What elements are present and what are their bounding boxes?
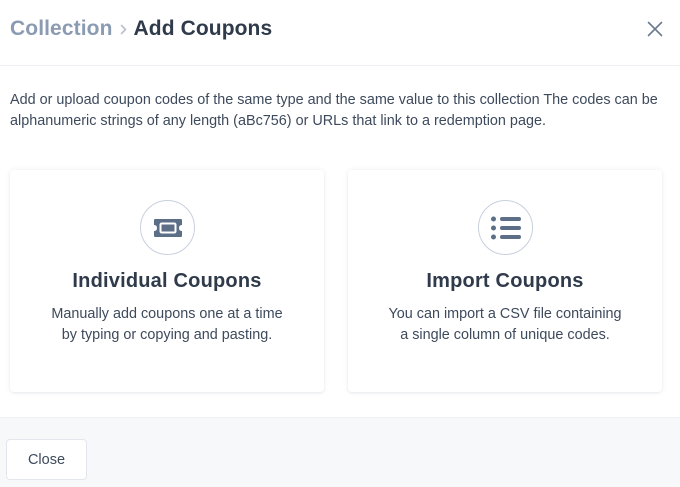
- breadcrumb-collection-link[interactable]: Collection: [10, 17, 113, 41]
- option-title: Import Coupons: [426, 270, 584, 292]
- add-coupons-modal: Collection Add Coupons Add or upload cou…: [0, 0, 680, 487]
- modal-description: Add or upload coupon codes of the same t…: [10, 92, 658, 129]
- option-description-line: You can import a CSV file containing: [388, 306, 622, 322]
- individual-coupons-option[interactable]: Individual Coupons Manually add coupons …: [10, 170, 324, 392]
- import-coupons-option[interactable]: Import Coupons You can import a CSV file…: [348, 170, 662, 392]
- option-description-line: by typing or copying and pasting.: [61, 327, 273, 343]
- modal-header: Collection Add Coupons: [0, 0, 680, 66]
- option-description: Manually add coupons one at a time by ty…: [32, 304, 302, 346]
- option-description-line: Manually add coupons one at a time: [51, 306, 283, 322]
- list-icon: [478, 200, 533, 255]
- page-title: Add Coupons: [133, 17, 273, 40]
- option-title: Individual Coupons: [72, 270, 262, 292]
- option-description: You can import a CSV file containing a s…: [370, 304, 640, 346]
- breadcrumb: Collection Add Coupons: [10, 16, 272, 42]
- chevron-right-icon: [120, 24, 127, 35]
- close-icon[interactable]: [640, 14, 670, 44]
- option-description-line: a single column of unique codes.: [400, 327, 610, 343]
- close-button[interactable]: Close: [6, 439, 87, 480]
- modal-footer: Close: [0, 417, 680, 487]
- ticket-icon: [140, 200, 195, 255]
